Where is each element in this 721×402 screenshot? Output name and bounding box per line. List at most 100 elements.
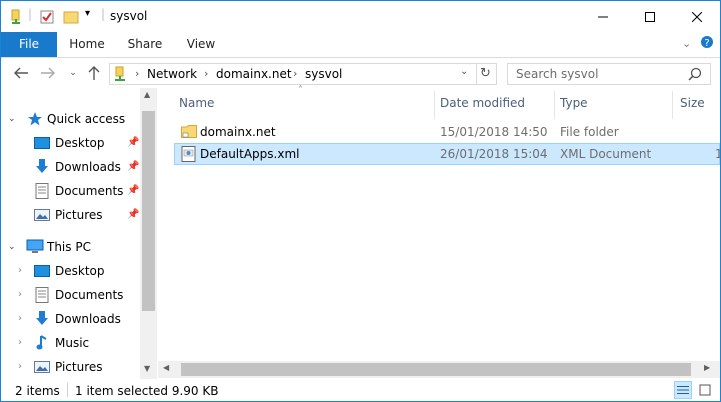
nav-pc-downloads[interactable]: › Downloads: [1, 308, 140, 330]
file-name: domainx.net: [200, 125, 276, 139]
checkmark-icon[interactable]: [39, 9, 55, 28]
column-divider[interactable]: [554, 91, 555, 119]
scroll-up-icon[interactable]: ▲: [144, 90, 150, 99]
new-folder-icon[interactable]: [63, 9, 79, 28]
hscroll-thumb[interactable]: [181, 363, 691, 376]
network-location-icon: [114, 66, 128, 85]
column-date-modified[interactable]: Date modified: [440, 96, 525, 110]
expand-chevron-icon[interactable]: ›: [18, 284, 22, 306]
recent-locations-button[interactable]: ⌄: [64, 64, 82, 82]
computer-icon: [26, 239, 44, 262]
nav-label: Desktop: [55, 264, 105, 278]
refresh-icon[interactable]: ↻: [480, 66, 491, 81]
ribbon: File Home Share View ⌄ ?: [1, 32, 720, 58]
minimize-icon: [598, 16, 608, 17]
breadcrumb-separator[interactable]: ›: [204, 67, 208, 80]
expand-chevron-icon[interactable]: ›: [18, 260, 22, 282]
details-view-button[interactable]: [674, 381, 692, 399]
pin-icon[interactable]: 📌: [127, 204, 139, 226]
nav-pc-desktop[interactable]: › Desktop: [1, 260, 140, 282]
tab-home[interactable]: Home: [59, 32, 115, 57]
nav-item-desktop[interactable]: Desktop 📌: [1, 132, 140, 154]
desktop-icon: [34, 263, 50, 285]
nav-this-pc[interactable]: ⌄ This PC: [1, 236, 140, 258]
help-icon[interactable]: ?: [700, 35, 714, 52]
maximize-button[interactable]: [627, 1, 673, 32]
properties-icon[interactable]: [9, 9, 25, 28]
file-name: DefaultApps.xml: [200, 147, 300, 161]
breadcrumb-separator[interactable]: ›: [135, 67, 139, 80]
tab-file[interactable]: File: [1, 32, 57, 57]
collapse-chevron-icon[interactable]: ⌄: [8, 236, 16, 258]
nav-item-downloads[interactable]: Downloads 📌: [1, 156, 140, 178]
selection-info: 1 item selected 9.90 KB: [75, 384, 219, 398]
file-row[interactable]: domainx.net 15/01/2018 14:50 File folder: [174, 121, 720, 143]
column-name[interactable]: Name: [179, 96, 214, 110]
large-icons-view-icon: [699, 384, 711, 396]
toolbar-separator: |: [28, 7, 33, 21]
file-list-hscrollbar[interactable]: ◀ ▶: [158, 361, 720, 378]
pictures-icon: [34, 359, 50, 381]
expand-chevron-icon[interactable]: ›: [18, 332, 22, 354]
file-list: ˄ Name Date modified Type Size domainx.n…: [158, 85, 720, 379]
status-divider: [67, 383, 68, 397]
address-bar[interactable]: › Network › domainx.net › sysvol ⌄ ↻: [109, 63, 497, 85]
nav-item-documents[interactable]: Documents 📌: [1, 180, 140, 202]
forward-button[interactable]: [39, 64, 57, 82]
explorer-window: | ▾ | sysvol File Home Share View ⌄ ? ⌄ …: [0, 0, 721, 402]
expand-chevron-icon[interactable]: ›: [18, 308, 22, 330]
nav-label: Desktop: [55, 136, 105, 150]
column-type[interactable]: Type: [560, 96, 588, 110]
scroll-right-icon[interactable]: ▶: [704, 363, 710, 372]
nav-item-pictures[interactable]: Pictures 📌: [1, 204, 140, 226]
breadcrumb-network[interactable]: Network: [147, 67, 197, 81]
pictures-icon: [34, 207, 50, 229]
search-box[interactable]: Search sysvol: [507, 63, 711, 85]
nav-scrollbar[interactable]: ▲ ▼: [140, 88, 157, 379]
title-bar: | ▾ | sysvol: [1, 1, 720, 32]
collapse-chevron-icon[interactable]: ⌄: [8, 108, 16, 130]
back-button[interactable]: [12, 64, 30, 82]
nav-label: Downloads: [55, 312, 121, 326]
forward-arrow-icon: [41, 67, 55, 79]
nav-pc-documents[interactable]: › Documents: [1, 284, 140, 306]
minimize-button[interactable]: [580, 1, 626, 32]
expand-chevron-icon[interactable]: ›: [18, 356, 22, 378]
pin-icon[interactable]: 📌: [127, 156, 139, 178]
scroll-down-icon[interactable]: ▼: [144, 364, 150, 373]
nav-label: Documents: [55, 288, 124, 302]
folder-icon: [181, 124, 197, 142]
column-divider[interactable]: [434, 91, 435, 119]
svg-text:?: ?: [704, 38, 709, 49]
file-type: File folder: [560, 125, 619, 139]
nav-label: Music: [55, 336, 90, 350]
tab-share[interactable]: Share: [117, 32, 173, 57]
nav-quick-access[interactable]: ⌄ Quick access: [1, 108, 140, 130]
close-button[interactable]: [674, 1, 720, 32]
file-row-selected[interactable]: DefaultApps.xml 26/01/2018 15:04 XML Doc…: [174, 143, 720, 165]
customize-toolbar-icon[interactable]: ▾: [85, 8, 90, 19]
breadcrumb-separator[interactable]: ›: [293, 67, 297, 80]
breadcrumb-sysvol[interactable]: sysvol: [305, 67, 342, 81]
scroll-left-icon[interactable]: ◀: [163, 363, 169, 372]
breadcrumb-domain[interactable]: domainx.net: [216, 67, 292, 81]
sort-ascending-icon: ˄: [298, 85, 303, 96]
pin-icon[interactable]: 📌: [127, 132, 139, 154]
maximize-icon: [645, 11, 655, 22]
search-icon[interactable]: [688, 67, 702, 84]
pin-icon[interactable]: 📌: [127, 180, 139, 202]
address-row: ⌄ › Network › domainx.net › sysvol ⌄ ↻ S…: [1, 58, 720, 88]
expand-ribbon-icon[interactable]: ⌄: [682, 37, 691, 50]
column-size[interactable]: Size: [680, 96, 705, 110]
address-dropdown-icon[interactable]: ⌄: [460, 66, 468, 77]
item-count: 2 items: [15, 384, 60, 398]
column-divider[interactable]: [672, 91, 673, 119]
nav-scroll-thumb[interactable]: [142, 111, 155, 311]
up-button[interactable]: [85, 64, 103, 82]
nav-pc-pictures[interactable]: › Pictures: [1, 356, 140, 378]
large-icons-view-button[interactable]: [696, 381, 714, 399]
tab-view[interactable]: View: [173, 32, 229, 57]
search-input[interactable]: Search sysvol: [516, 67, 598, 81]
nav-label: Downloads: [55, 160, 121, 174]
nav-pc-music[interactable]: › Music: [1, 332, 140, 354]
